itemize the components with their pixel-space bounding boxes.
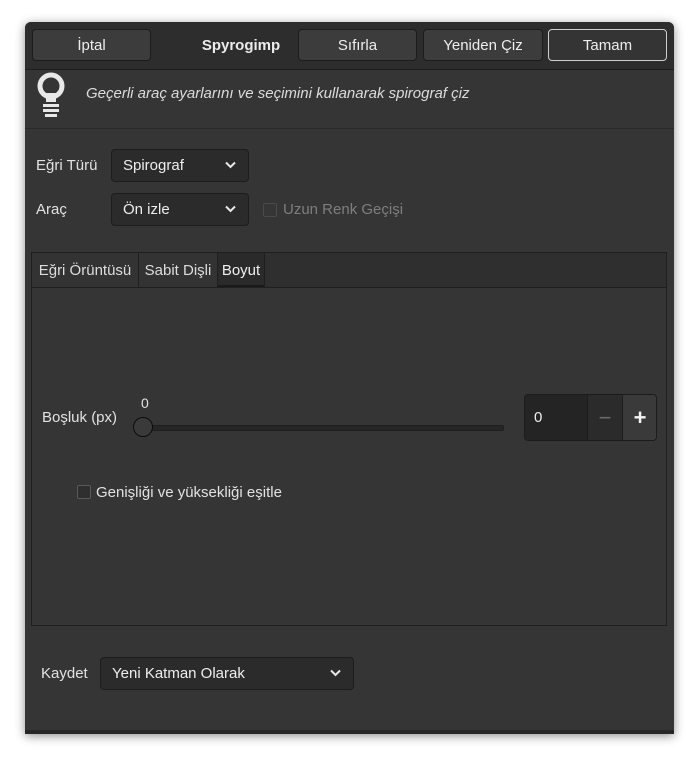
chevron-down-icon	[225, 205, 236, 213]
cancel-button[interactable]: İptal	[32, 29, 151, 61]
curve-type-label: Eğri Türü	[36, 157, 98, 174]
margin-slider-track[interactable]	[145, 425, 504, 431]
save-label: Kaydet	[41, 665, 88, 682]
long-gradient-checkbox[interactable]	[263, 203, 277, 217]
tool-value: Ön izle	[123, 201, 170, 218]
equal-size-checkbox[interactable]	[77, 485, 91, 499]
curve-type-select[interactable]: Spirograf	[111, 149, 249, 182]
tab-size[interactable]: Boyut	[218, 253, 265, 287]
header-bar: İptal Spyrogimp Sıfırla Yeniden Çiz Tama…	[25, 22, 674, 70]
margin-input[interactable]: 0	[525, 395, 587, 440]
margin-label: Boşluk (px)	[42, 409, 118, 426]
tool-label: Araç	[36, 201, 67, 218]
window-bottom-edge	[25, 730, 674, 734]
margin-slider-handle[interactable]	[133, 417, 153, 437]
save-mode-select[interactable]: Yeni Katman Olarak	[100, 657, 354, 690]
tab-fixed-gear[interactable]: Sabit Dişli	[139, 253, 218, 287]
chevron-down-icon	[225, 161, 236, 169]
tab-curve-pattern[interactable]: Eğri Örüntüsü	[32, 253, 139, 287]
margin-slider-value: 0	[141, 395, 149, 411]
lightbulb-icon	[37, 72, 65, 117]
increment-button[interactable]: +	[622, 395, 656, 440]
equal-size-label: Genişliği ve yüksekliği eşitle	[96, 484, 282, 501]
redraw-button[interactable]: Yeniden Çiz	[423, 29, 543, 61]
reset-button[interactable]: Sıfırla	[298, 29, 417, 61]
save-mode-value: Yeni Katman Olarak	[112, 665, 245, 682]
info-bar: Geçerli araç ayarlarını ve seçimini kull…	[25, 70, 674, 129]
ok-button[interactable]: Tamam	[548, 29, 667, 61]
spyrogimp-dialog: İptal Spyrogimp Sıfırla Yeniden Çiz Tama…	[25, 22, 674, 734]
chevron-down-icon	[330, 669, 341, 677]
tool-select[interactable]: Ön izle	[111, 193, 249, 226]
decrement-button[interactable]: −	[587, 395, 622, 440]
info-text: Geçerli araç ayarlarını ve seçimini kull…	[86, 85, 470, 102]
tab-bar: Eğri Örüntüsü Sabit Dişli Boyut	[32, 253, 666, 288]
margin-spinbutton: 0 − +	[524, 394, 657, 441]
dialog-title: Spyrogimp	[201, 37, 281, 54]
long-gradient-label: Uzun Renk Geçişi	[283, 201, 404, 218]
curve-type-value: Spirograf	[123, 157, 184, 174]
